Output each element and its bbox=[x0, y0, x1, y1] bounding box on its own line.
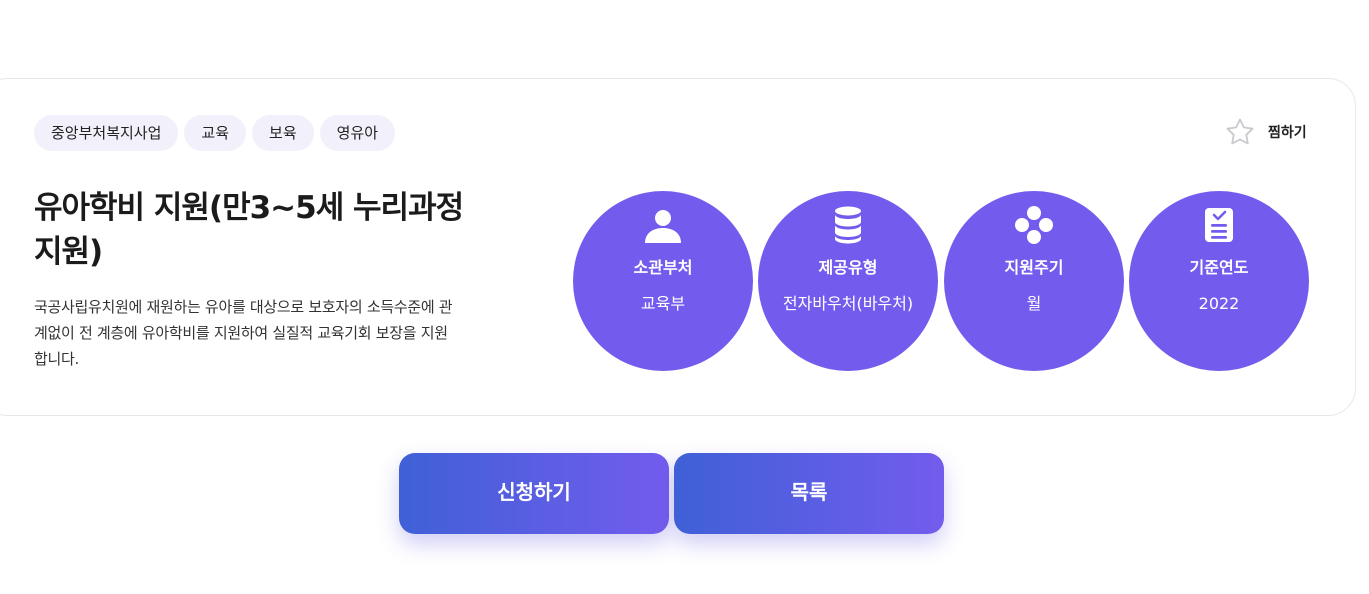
info-support-cycle: 지원주기 월 bbox=[944, 191, 1124, 371]
person-icon bbox=[643, 205, 683, 245]
tag[interactable]: 보육 bbox=[252, 115, 314, 151]
tag[interactable]: 영유아 bbox=[319, 115, 396, 151]
info-provision-type: 제공유형 전자바우처(바우처) bbox=[758, 191, 938, 371]
tag[interactable]: 중앙부처복지사업 bbox=[34, 115, 179, 151]
document-icon bbox=[1199, 205, 1239, 245]
info-label: 제공유형 bbox=[818, 258, 878, 277]
list-button[interactable]: 목록 bbox=[674, 453, 944, 534]
page-title: 유아학비 지원(만3~5세 누리과정 지원) bbox=[34, 190, 464, 270]
cycle-icon bbox=[1014, 205, 1054, 245]
favorite-label: 찜하기 bbox=[1268, 125, 1307, 141]
info-label: 기준연도 bbox=[1189, 258, 1249, 277]
info-label: 소관부처 bbox=[633, 258, 693, 277]
info-ministry: 소관부처 교육부 bbox=[573, 191, 753, 371]
apply-button[interactable]: 신청하기 bbox=[399, 453, 669, 534]
info-value: 전자바우처(바우처) bbox=[782, 294, 914, 313]
tag-list: 중앙부처복지사업 교육 보육 영유아 bbox=[34, 115, 396, 151]
service-info: 소관부처 교육부 제공유형 전자바우처(바우처) 지원주기 월 기준연도 202… bbox=[573, 191, 1309, 371]
favorite-button[interactable]: 찜하기 bbox=[1224, 116, 1307, 148]
info-value: 월 bbox=[1026, 294, 1042, 313]
info-label: 지원주기 bbox=[1004, 258, 1064, 277]
info-value: 교육부 bbox=[640, 294, 686, 313]
database-icon bbox=[828, 205, 868, 245]
service-description: 국공사립유치원에 재원하는 유아를 대상으로 보호자의 소득수준에 관계없이 전… bbox=[34, 298, 453, 368]
star-icon bbox=[1224, 116, 1256, 148]
tag[interactable]: 교육 bbox=[184, 115, 247, 151]
info-value: 2022 bbox=[1198, 294, 1240, 313]
info-base-year: 기준연도 2022 bbox=[1129, 191, 1309, 371]
